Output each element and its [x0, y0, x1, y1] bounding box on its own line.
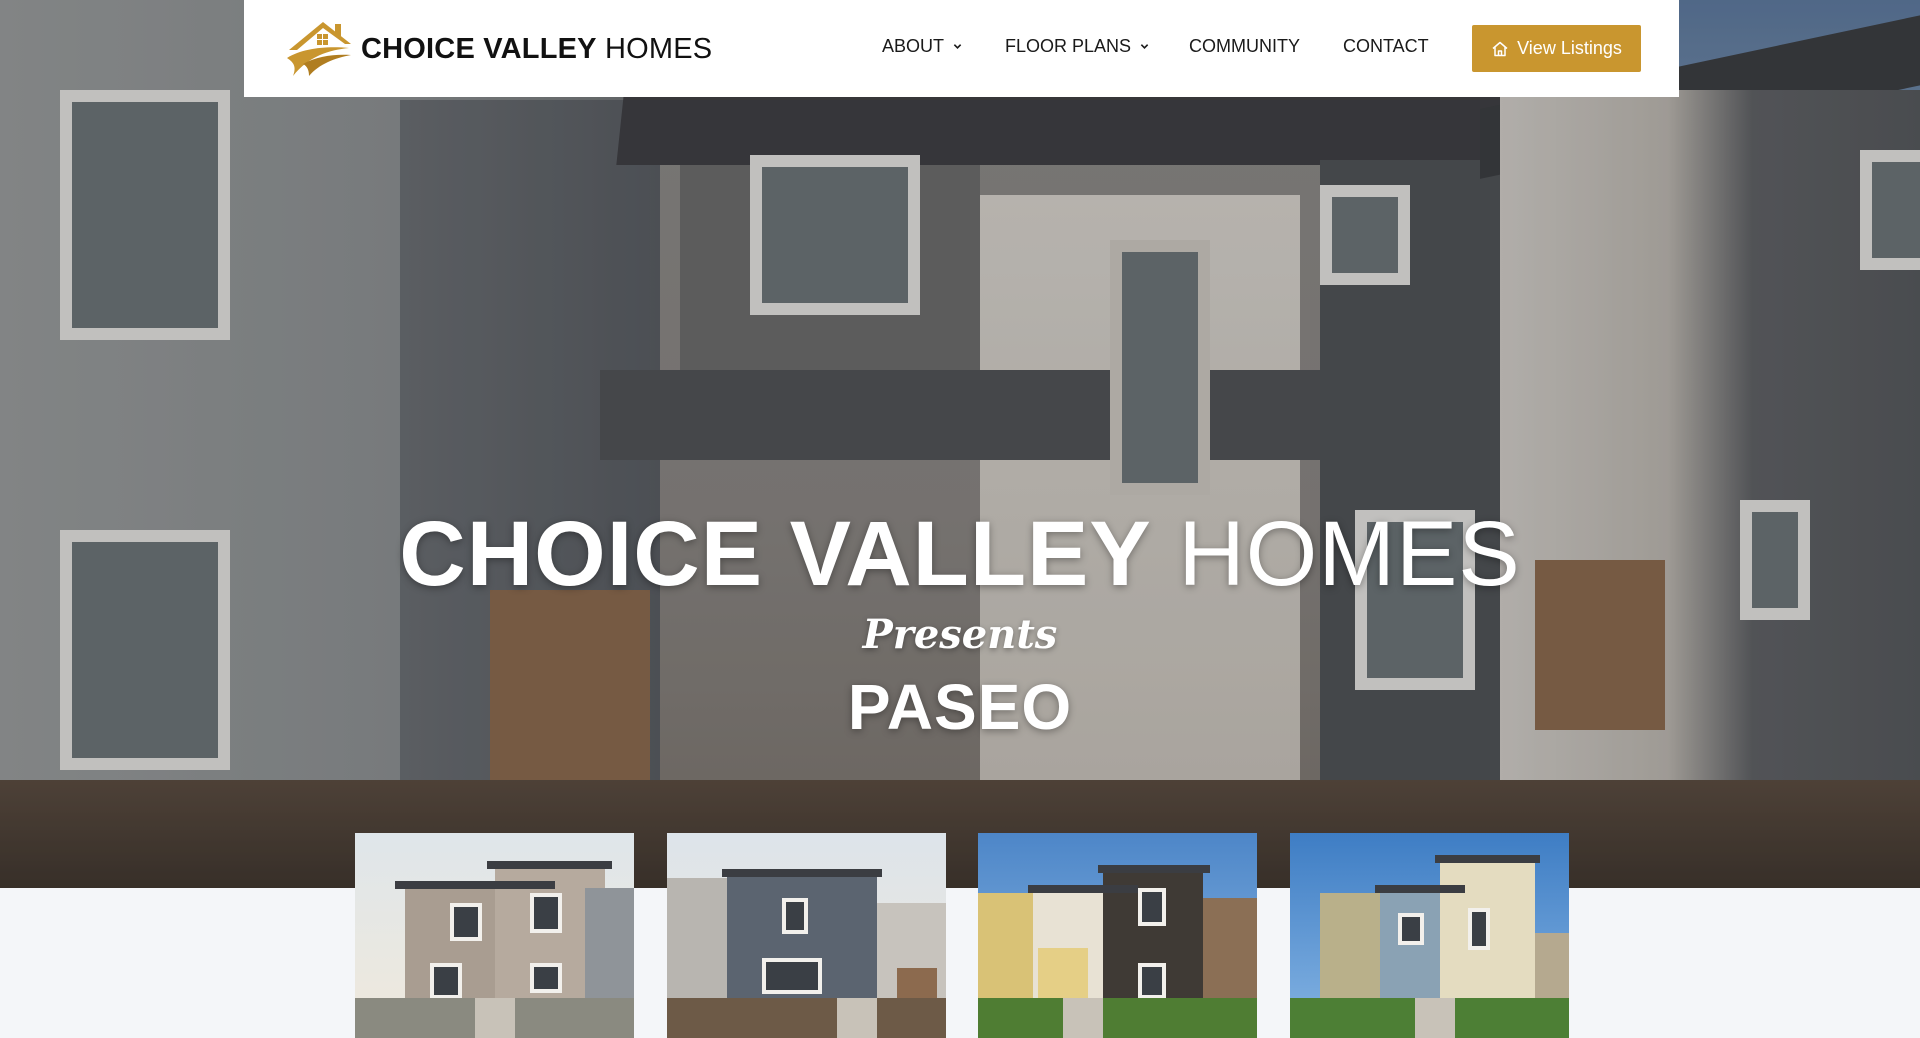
- home-photo-1[interactable]: [355, 833, 634, 1038]
- nav-floor-plans[interactable]: FLOOR PLANS: [1005, 36, 1149, 57]
- nav-floor-plans-label: FLOOR PLANS: [1005, 36, 1132, 56]
- site-logo[interactable]: CHOICE VALLEY HOMES: [283, 18, 712, 80]
- view-listings-label: View Listings: [1517, 38, 1622, 58]
- home-photo-3[interactable]: [978, 833, 1257, 1038]
- logo-text: CHOICE VALLEY HOMES: [361, 33, 712, 66]
- hero-community-name: PASEO: [847, 671, 1073, 743]
- logo-text-bold: CHOICE VALLEY: [361, 32, 597, 65]
- hero-title: CHOICE VALLEY HOMES: [0, 508, 1920, 600]
- home-photo-4[interactable]: [1290, 833, 1569, 1038]
- view-listings-button[interactable]: View Listings: [1472, 25, 1641, 72]
- house-logo-icon: [287, 22, 351, 76]
- home-photo-2[interactable]: [667, 833, 946, 1038]
- home-icon: [1492, 41, 1508, 56]
- logo-text-light: HOMES: [604, 32, 713, 65]
- nav-about-label: ABOUT: [882, 36, 945, 56]
- nav-community-label: COMMUNITY: [1189, 36, 1300, 56]
- hero-section: CHOICE VALLEY HOMES Presents PASEO: [0, 0, 1920, 888]
- nav-contact-label: CONTACT: [1343, 36, 1429, 56]
- hero-overlay: [0, 0, 1920, 888]
- nav-contact[interactable]: CONTACT: [1343, 36, 1429, 57]
- nav-community[interactable]: COMMUNITY: [1189, 36, 1300, 57]
- hero-title-light: HOMES: [1178, 503, 1521, 605]
- hero-title-bold: CHOICE VALLEY: [399, 503, 1152, 605]
- hero-presents: Presents: [862, 611, 1058, 658]
- chevron-down-icon: [1140, 44, 1149, 49]
- site-header: CHOICE VALLEY HOMES ABOUT FLOOR PLANS CO…: [244, 0, 1679, 97]
- chevron-down-icon: [953, 44, 962, 49]
- nav-about[interactable]: ABOUT: [882, 36, 962, 57]
